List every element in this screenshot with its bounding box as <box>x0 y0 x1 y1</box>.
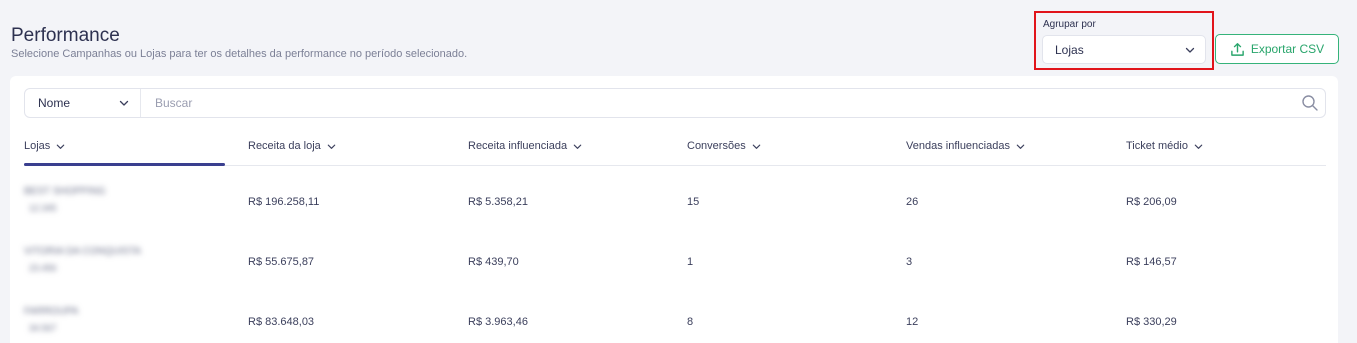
group-by-panel: Agrupar por Lojas <box>1034 11 1214 70</box>
receita-loja-cell: R$ 55.675,87 <box>248 256 315 268</box>
vendas-influenciadas-cell: 12 <box>906 316 919 328</box>
column-header-receita-influenciada[interactable]: Receita influenciada <box>468 140 583 152</box>
column-header-lojas[interactable]: Lojas <box>24 140 66 152</box>
chevron-down-icon <box>1185 47 1195 53</box>
performance-card: Nome Lojas Receita da loja Receita influ… <box>10 76 1338 343</box>
chevron-down-icon <box>56 144 65 149</box>
table-header: Lojas Receita da loja Receita influencia… <box>24 126 1326 166</box>
search-field-select[interactable]: Nome <box>25 89 141 117</box>
column-label: Receita influenciada <box>468 140 568 152</box>
upload-icon <box>1230 42 1244 56</box>
receita-loja-cell: R$ 83.648,03 <box>248 316 315 328</box>
receita-loja-cell: R$ 196.258,11 <box>248 196 320 208</box>
ticket-medio-cell: R$ 330,29 <box>1126 316 1177 328</box>
export-csv-label: Exportar CSV <box>1250 42 1325 56</box>
column-header-receita-loja[interactable]: Receita da loja <box>248 140 337 152</box>
column-header-ticket-medio[interactable]: Ticket médio <box>1126 140 1204 152</box>
column-label: Vendas influenciadas <box>906 140 1010 152</box>
group-by-value: Lojas <box>1055 42 1084 57</box>
search-field-value: Nome <box>38 96 71 110</box>
store-name[interactable]: VITORIA DA CONQUISTA <box>24 246 141 257</box>
ticket-medio-cell: R$ 146,57 <box>1126 256 1177 268</box>
page-title: Performance <box>11 25 120 46</box>
conversoes-cell: 1 <box>687 256 694 268</box>
page-subtitle: Selecione Campanhas ou Lojas para ter os… <box>11 48 468 60</box>
search-icon[interactable] <box>1301 94 1319 112</box>
store-name[interactable]: BEST SHOPPING <box>24 186 106 197</box>
receita-influenciada-cell: R$ 439,70 <box>468 256 519 268</box>
column-label: Lojas <box>24 140 51 152</box>
store-id: 34.567 <box>29 323 57 333</box>
receita-influenciada-cell: R$ 5.358,21 <box>468 196 528 208</box>
group-by-label: Agrupar por <box>1043 19 1096 30</box>
group-by-select[interactable]: Lojas <box>1042 35 1206 64</box>
export-csv-button[interactable]: Exportar CSV <box>1215 34 1339 64</box>
receita-influenciada-cell: R$ 3.963,46 <box>468 316 528 328</box>
store-id: 12.345 <box>29 203 57 213</box>
table-row[interactable]: BEST SHOPPING 12.345 R$ 196.258,11 R$ 5.… <box>24 171 1326 231</box>
column-header-conversoes[interactable]: Conversões <box>687 140 762 152</box>
search-input[interactable] <box>141 89 1301 117</box>
conversoes-cell: 15 <box>687 196 700 208</box>
chevron-down-icon <box>1194 144 1203 149</box>
chevron-down-icon <box>119 100 129 106</box>
column-label: Receita da loja <box>248 140 321 152</box>
chevron-down-icon <box>327 144 336 149</box>
conversoes-cell: 8 <box>687 316 694 328</box>
chevron-down-icon <box>1016 144 1025 149</box>
active-sort-indicator <box>24 163 225 166</box>
store-id: 23.456 <box>29 263 57 273</box>
chevron-down-icon <box>752 144 761 149</box>
vendas-influenciadas-cell: 3 <box>906 256 913 268</box>
ticket-medio-cell: R$ 206,09 <box>1126 196 1177 208</box>
table-row[interactable]: VITORIA DA CONQUISTA 23.456 R$ 55.675,87… <box>24 231 1326 291</box>
search-bar: Nome <box>24 88 1326 118</box>
vendas-influenciadas-cell: 26 <box>906 196 919 208</box>
store-name[interactable]: FARROUPA <box>24 306 78 317</box>
chevron-down-icon <box>573 144 582 149</box>
table-row[interactable]: FARROUPA 34.567 R$ 83.648,03 R$ 3.963,46… <box>24 291 1326 343</box>
column-label: Conversões <box>687 140 746 152</box>
column-header-vendas-influenciadas[interactable]: Vendas influenciadas <box>906 140 1026 152</box>
column-label: Ticket médio <box>1126 140 1188 152</box>
